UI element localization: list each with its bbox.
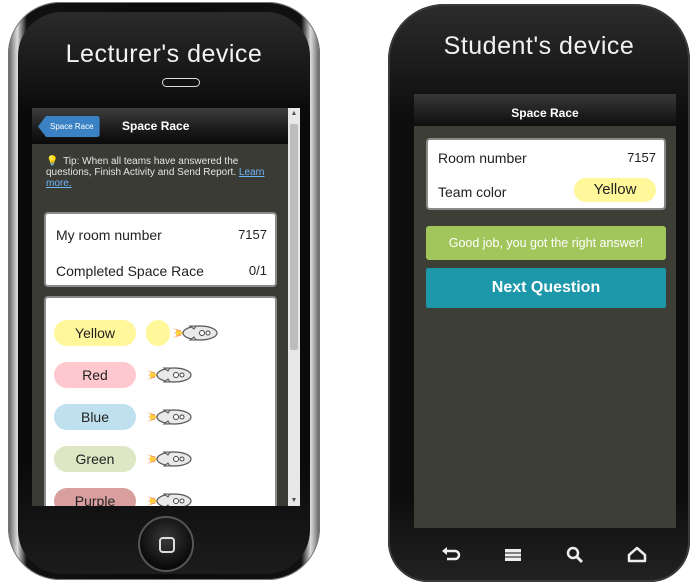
- room-number-row: My room number 7157: [56, 227, 267, 243]
- lecturer-top-bar: Space Race Space Race: [32, 108, 288, 144]
- student-screen: Space Race Room number 7157 Team color Y…: [414, 94, 676, 528]
- completed-value: 0/1: [248, 263, 267, 278]
- home-button[interactable]: [138, 516, 194, 572]
- next-question-button[interactable]: Next Question: [426, 268, 666, 308]
- rocket-icon: [146, 367, 192, 383]
- student-bar-title: Space Race: [511, 106, 579, 120]
- team-green: Green: [54, 446, 136, 472]
- student-room-row: Room number 7157: [438, 150, 656, 166]
- completed-label: Completed Space Race: [56, 263, 204, 279]
- room-number-value: 7157: [238, 227, 267, 242]
- room-number-label: My room number: [56, 227, 162, 243]
- student-top-bar: Space Race: [414, 94, 676, 126]
- speaker-grille: [162, 78, 200, 87]
- menu-icon[interactable]: [502, 544, 524, 566]
- back-icon[interactable]: [440, 544, 462, 566]
- team-blue: Blue: [54, 404, 136, 430]
- team-yellow: Yellow: [54, 320, 136, 346]
- tip-message: 💡 Tip: When all teams have answered the …: [46, 156, 282, 189]
- android-nav-bar: [414, 534, 676, 576]
- team-purple: Purple: [54, 488, 136, 506]
- rocket-icon: [146, 451, 192, 467]
- scroll-down-icon[interactable]: ▼: [288, 497, 300, 504]
- team-color-label: Team color: [438, 184, 507, 200]
- team-color-value: Yellow: [574, 178, 656, 202]
- back-button[interactable]: Space Race: [38, 116, 100, 137]
- search-icon[interactable]: [564, 544, 586, 566]
- scrollbar-thumb[interactable]: [290, 124, 298, 350]
- rocket-icon: [146, 409, 192, 425]
- scroll-up-icon[interactable]: ▲: [288, 110, 300, 117]
- yellow-progress-marker: [146, 320, 170, 346]
- room-info-card: My room number 7157 Completed Space Race…: [44, 212, 277, 287]
- team-red: Red: [54, 362, 136, 388]
- vertical-scrollbar[interactable]: ▲ ▼: [288, 108, 300, 506]
- student-room-label: Room number: [438, 150, 527, 166]
- lecturer-bar-title: Space Race: [122, 119, 190, 133]
- rocket-icon: [172, 325, 218, 341]
- lecturer-screen: Space Race Space Race 💡 Tip: When all te…: [32, 108, 300, 506]
- lightbulb-icon: 💡: [46, 156, 59, 167]
- student-info-card: Room number 7157 Team color Yellow: [426, 138, 666, 210]
- home-square-icon: [159, 537, 175, 553]
- rocket-icon: [146, 493, 192, 506]
- student-device-heading: Student's device: [443, 32, 635, 60]
- success-message: Good job, you got the right answer!: [426, 226, 666, 260]
- student-room-value: 7157: [627, 150, 656, 165]
- home-icon[interactable]: [626, 544, 648, 566]
- tip-text: Tip: When all teams have answered the qu…: [46, 156, 239, 178]
- teams-card: Yellow Red Blue Green Purple: [44, 296, 277, 506]
- completed-row: Completed Space Race 0/1: [56, 263, 267, 279]
- lecturer-device-heading: Lecturer's device: [65, 40, 263, 68]
